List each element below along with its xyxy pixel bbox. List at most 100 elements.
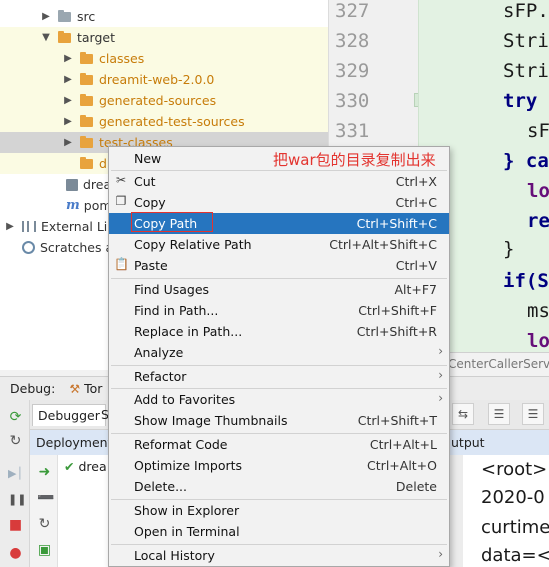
menu-item-shortcut: Ctrl+Alt+O <box>367 458 437 473</box>
code-line: try { <box>503 90 549 112</box>
menu-item-find-in-path[interactable]: Find in Path... Ctrl+Shift+F <box>109 300 449 321</box>
chevron-down-icon[interactable]: ▼ <box>40 32 52 43</box>
menu-item-label: Add to Favorites <box>134 392 236 407</box>
tomcat-icon: ⚒ <box>69 381 81 396</box>
menu-item-shortcut: Alt+F7 <box>394 282 437 297</box>
menu-item-local-history[interactable]: Local History › <box>109 545 449 566</box>
menu-item-shortcut: Ctrl+Shift+C <box>356 216 437 231</box>
folder-icon <box>58 30 71 43</box>
menu-item-open-in-terminal[interactable]: Open in Terminal <box>109 521 449 542</box>
menu-item-shortcut: Ctrl+Shift+F <box>358 303 437 318</box>
artifact-icon[interactable]: ▣ <box>37 543 52 558</box>
output-line: 2020-0 <box>481 487 545 508</box>
code-line: retu <box>527 210 549 232</box>
menu-item-analyze[interactable]: Analyze › <box>109 342 449 363</box>
menu-item-label: Analyze <box>134 345 184 360</box>
rerun-icon[interactable]: ⟳ <box>8 410 23 425</box>
code-line: ms <box>527 300 549 322</box>
chevron-right-icon: › <box>438 344 443 358</box>
menu-item-label: Show in Explorer <box>134 503 240 518</box>
menu-item-shortcut: Ctrl+C <box>395 195 437 210</box>
maven-icon: m <box>66 198 80 213</box>
menu-item-label: New <box>134 151 162 166</box>
file-tab-label: CenterCallerServic <box>448 357 549 371</box>
tree-item-src[interactable]: ▶ src <box>0 6 328 27</box>
list-icon[interactable]: ☰ <box>488 403 510 425</box>
menu-item-optimize-imports[interactable]: Optimize Imports Ctrl+Alt+O <box>109 455 449 476</box>
chevron-right-icon[interactable]: ▶ <box>62 74 74 85</box>
menu-item-label: Find in Path... <box>134 303 219 318</box>
menu-item-cut[interactable]: ✂ Cut Ctrl+X <box>109 171 449 192</box>
menu-item-replace-in-path[interactable]: Replace in Path... Ctrl+Shift+R <box>109 321 449 342</box>
menu-item-label: Delete... <box>134 479 187 494</box>
menu-item-shortcut: Ctrl+Alt+L <box>369 437 437 452</box>
tree-item-dreamit-web[interactable]: ▶ dreamit-web-2.0.0 <box>0 69 328 90</box>
code-line: } <box>503 238 515 260</box>
menu-item-shortcut: Ctrl+Shift+R <box>356 324 437 339</box>
tree-item-generated-sources[interactable]: ▶ generated-sources <box>0 90 328 111</box>
folder-icon <box>80 135 93 148</box>
menu-item-reformat-code[interactable]: Reformat Code Ctrl+Alt+L <box>109 434 449 455</box>
code-line: if(Str <box>503 270 549 292</box>
menu-item-paste[interactable]: 📋 Paste Ctrl+V <box>109 255 449 276</box>
chevron-right-icon[interactable]: ▶ <box>62 53 74 64</box>
menu-item-delete[interactable]: Delete... Delete <box>109 476 449 497</box>
menu-item-label: Show Image Thumbnails <box>134 413 288 428</box>
stop-icon[interactable]: ■ <box>8 518 23 533</box>
tree-item-target[interactable]: ▼ target <box>0 27 328 48</box>
menu-item-copy-relative-path[interactable]: Copy Relative Path Ctrl+Alt+Shift+C <box>109 234 449 255</box>
output-line: data=< <box>481 545 549 566</box>
menu-item-copy[interactable]: ❐ Copy Ctrl+C <box>109 192 449 213</box>
update-icon[interactable]: ↻ <box>37 517 52 532</box>
refresh-icon[interactable]: ↻ <box>8 434 23 449</box>
collapse-icon[interactable]: ☰ <box>522 403 544 425</box>
debug-left-toolbar: ⟳ ↻ ▶│ ❚❚ ■ ● <box>0 400 30 567</box>
layout-icon[interactable]: ⇆ <box>452 403 474 425</box>
menu-item-label: Refactor <box>134 369 187 384</box>
deploy-icon[interactable]: ➜ <box>37 465 52 480</box>
deployment-item-label: drea <box>78 459 107 474</box>
folder-icon <box>80 114 93 127</box>
menu-item-find-usages[interactable]: Find Usages Alt+F7 <box>109 279 449 300</box>
line-number: 331 <box>335 120 370 142</box>
menu-item-label: Reformat Code <box>134 437 228 452</box>
chevron-right-icon[interactable]: ▶ <box>4 221 16 232</box>
output-scroll-strip[interactable] <box>449 455 463 567</box>
line-number: 330 <box>335 90 370 112</box>
chevron-right-icon[interactable]: ▶ <box>62 95 74 106</box>
chevron-right-icon: › <box>438 547 443 561</box>
chevron-right-icon[interactable]: ▶ <box>62 116 74 127</box>
tree-item-generated-test-sources[interactable]: ▶ generated-test-sources <box>0 111 328 132</box>
menu-item-label: Local History <box>134 548 215 563</box>
menu-item-shortcut: Ctrl+X <box>395 174 437 189</box>
chevron-right-icon[interactable]: ▶ <box>40 11 52 22</box>
output-panel[interactable]: <root> 2020-0 curtime data=< <box>463 455 549 567</box>
menu-item-label: Paste <box>134 258 168 273</box>
menu-item-label: Copy <box>134 195 166 210</box>
view-breakpoints-icon[interactable]: ● <box>8 546 23 561</box>
scissors-icon: ✂ <box>115 173 127 187</box>
menu-item-shortcut: Ctrl+V <box>395 258 437 273</box>
menu-item-shortcut: Ctrl+Alt+Shift+C <box>329 237 437 252</box>
menu-item-show-in-explorer[interactable]: Show in Explorer <box>109 500 449 521</box>
pause-icon[interactable]: ❚❚ <box>8 492 26 507</box>
library-icon <box>22 221 36 232</box>
folder-icon <box>80 72 93 85</box>
tree-item-classes[interactable]: ▶ classes <box>0 48 328 69</box>
debug-tab-label[interactable]: Tor <box>84 381 102 396</box>
deployment-header: Deployment <box>30 430 112 455</box>
undeploy-icon[interactable]: ➖ <box>37 491 54 506</box>
tab-debugger[interactable]: Debugger <box>32 404 106 426</box>
menu-item-add-to-favorites[interactable]: Add to Favorites › <box>109 389 449 410</box>
folder-icon <box>80 51 93 64</box>
code-line: String <box>503 30 549 52</box>
chevron-right-icon[interactable]: ▶ <box>62 137 74 148</box>
menu-item-label: Optimize Imports <box>134 458 243 473</box>
copy-icon: ❐ <box>115 194 127 208</box>
menu-item-show-image-thumbnails[interactable]: Show Image Thumbnails Ctrl+Shift+T <box>109 410 449 431</box>
deployment-item[interactable]: ✔ drea <box>64 459 107 474</box>
resume-icon[interactable]: ▶│ <box>8 466 23 481</box>
code-line: sFi <box>527 120 549 142</box>
code-line: log <box>527 330 549 352</box>
menu-item-refactor[interactable]: Refactor › <box>109 366 449 387</box>
